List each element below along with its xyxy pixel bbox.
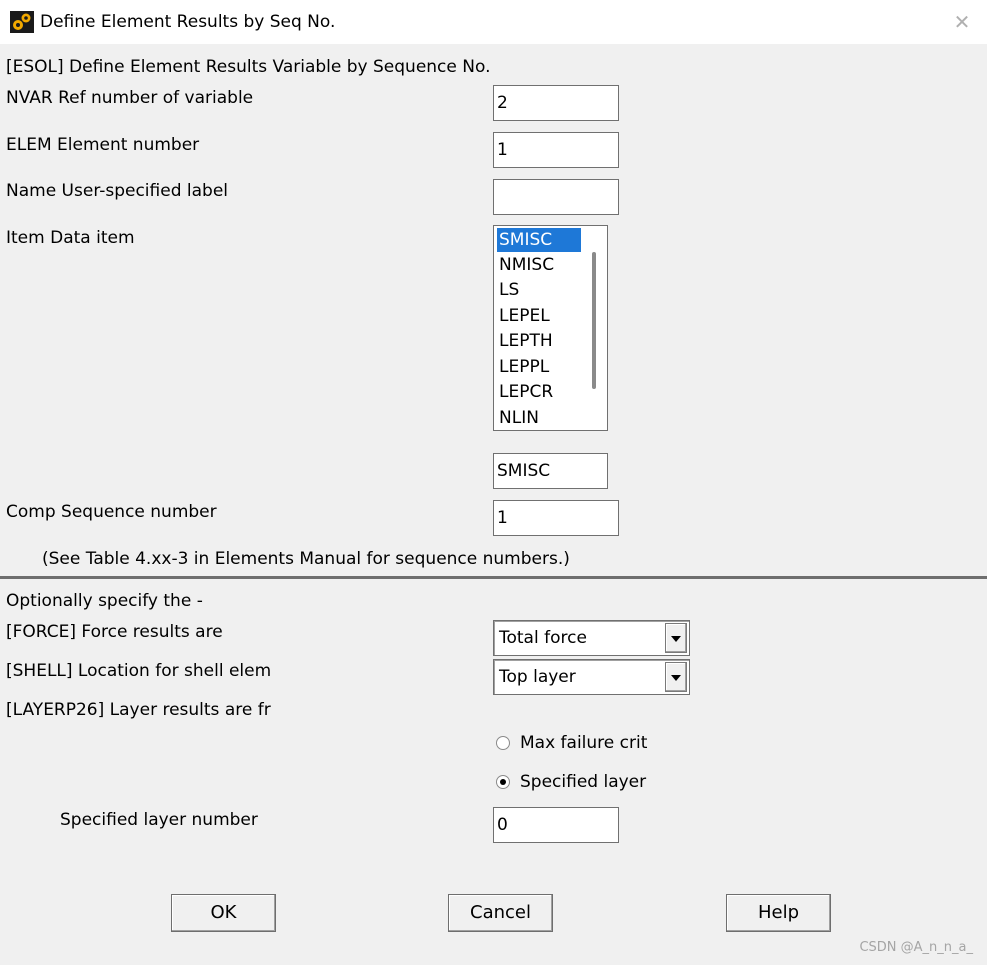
radio-specified-layer[interactable]	[496, 775, 510, 789]
define-element-results-dialog: Define Element Results by Seq No. ✕ [ESO…	[0, 0, 987, 965]
list-item-smisc[interactable]: SMISC	[497, 228, 581, 252]
close-icon[interactable]: ✕	[949, 9, 975, 35]
optional-heading: Optionally specify the -	[6, 591, 203, 611]
shell-selected-value: Top layer	[499, 667, 576, 687]
name-label: Name User-specified label	[6, 181, 229, 201]
list-item-lepel[interactable]: LEPEL	[497, 304, 581, 328]
scrollbar-thumb[interactable]	[592, 252, 596, 389]
cancel-button[interactable]: Cancel	[448, 894, 553, 932]
item-label: Item Data item	[6, 228, 135, 248]
name-input[interactable]	[493, 179, 619, 215]
comp-input[interactable]: 1	[493, 500, 619, 536]
layer-number-input[interactable]: 0	[493, 807, 619, 843]
force-select[interactable]: Total force	[493, 620, 690, 656]
radio-label-specified-layer[interactable]: Specified layer	[520, 771, 646, 793]
shell-label: [SHELL] Location for shell elem	[6, 661, 272, 681]
list-item-lepcr[interactable]: LEPCR	[497, 380, 581, 404]
list-item-nlin[interactable]: NLIN	[497, 406, 581, 430]
list-item-nmisc[interactable]: NMISC	[497, 253, 581, 277]
nvar-input[interactable]: 2	[493, 85, 619, 121]
item-listbox[interactable]: SMISC NMISC LS LEPEL LEPTH LEPPL LEPCR N…	[493, 225, 608, 431]
shell-select[interactable]: Top layer	[493, 659, 690, 695]
help-button[interactable]: Help	[726, 894, 831, 932]
item-value-input[interactable]: SMISC	[493, 453, 608, 489]
radio-checked-dot	[500, 779, 506, 785]
ok-button[interactable]: OK	[171, 894, 276, 932]
layer-number-label: Specified layer number	[60, 810, 258, 830]
elem-label: ELEM Element number	[6, 135, 200, 155]
list-item-ls[interactable]: LS	[497, 278, 581, 302]
force-dropdown-button[interactable]	[665, 623, 687, 653]
radio-label-max-failure-crit[interactable]: Max failure crit	[520, 732, 647, 754]
comp-label: Comp Sequence number	[6, 502, 217, 522]
shell-dropdown-button[interactable]	[665, 662, 687, 692]
chevron-down-icon	[671, 675, 681, 681]
section-divider	[0, 576, 987, 579]
force-label: [FORCE] Force results are	[6, 622, 223, 642]
ansys-app-icon	[10, 11, 34, 33]
list-item-leppl[interactable]: LEPPL	[497, 355, 581, 379]
dialog-header: [ESOL] Define Element Results Variable b…	[6, 57, 491, 77]
radio-max-failure-crit[interactable]	[496, 736, 510, 750]
listbox-scrollbar[interactable]	[582, 227, 606, 429]
window-title: Define Element Results by Seq No.	[40, 12, 336, 32]
chevron-down-icon	[671, 636, 681, 642]
nvar-label: NVAR Ref number of variable	[6, 88, 254, 108]
title-bar: Define Element Results by Seq No. ✕	[0, 0, 987, 44]
list-item-lepth[interactable]: LEPTH	[497, 329, 581, 353]
watermark: CSDN @A_n_n_a_	[859, 940, 973, 955]
elem-input[interactable]: 1	[493, 132, 619, 168]
force-selected-value: Total force	[499, 628, 587, 648]
layerp26-label: [LAYERP26] Layer results are fr	[6, 700, 271, 720]
sequence-note: (See Table 4.xx-3 in Elements Manual for…	[42, 549, 570, 569]
